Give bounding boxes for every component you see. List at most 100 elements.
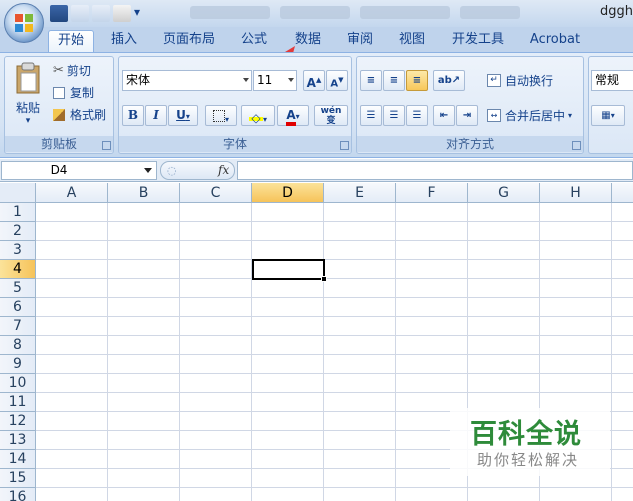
paintbrush-icon: [53, 108, 65, 121]
increase-indent-icon: ⇥: [462, 110, 472, 121]
row-header-14[interactable]: 14: [0, 450, 36, 469]
active-cell-d4[interactable]: [252, 259, 325, 280]
save-icon[interactable]: [50, 4, 68, 22]
wrap-text-button[interactable]: ↵ 自动换行: [487, 72, 553, 89]
row-header-15[interactable]: 15: [0, 469, 36, 488]
align-center-button[interactable]: ☰: [383, 105, 405, 126]
insert-function-icon[interactable]: fx: [218, 163, 229, 177]
bold-label: B: [127, 108, 139, 122]
row-header-1[interactable]: 1: [0, 203, 36, 222]
number-format-select[interactable]: 常规: [591, 70, 633, 91]
tab-developer[interactable]: 开发工具: [446, 30, 510, 52]
row-header-2[interactable]: 2: [0, 222, 36, 241]
select-all-button[interactable]: [0, 183, 36, 203]
merge-center-button[interactable]: ↔ 合并后居中 ▾: [487, 107, 572, 124]
number-group: 常规 ▦▾: [588, 56, 633, 154]
column-header-e[interactable]: E: [324, 183, 396, 203]
grow-font-button[interactable]: A▲: [303, 70, 325, 91]
clipboard-launcher-icon[interactable]: [102, 141, 111, 150]
tab-acrobat[interactable]: Acrobat: [526, 30, 584, 52]
customize-qat-icon[interactable]: ▾: [134, 5, 142, 22]
quick-access-toolbar: ▾: [50, 3, 142, 23]
fill-handle[interactable]: [321, 276, 327, 282]
shrink-font-button[interactable]: A▼: [326, 70, 348, 91]
taskbar-tabs: [190, 6, 520, 19]
merge-dropdown-icon[interactable]: ▾: [568, 111, 572, 120]
tab-formulas[interactable]: 公式: [234, 30, 274, 52]
tab-home[interactable]: 开始: [48, 30, 94, 53]
row-header-12[interactable]: 12: [0, 412, 36, 431]
office-button[interactable]: [4, 3, 44, 43]
column-header-g[interactable]: G: [468, 183, 540, 203]
orientation-button[interactable]: ab↗: [433, 70, 465, 91]
decrease-indent-button[interactable]: ⇤: [433, 105, 455, 126]
grow-font-label: A: [306, 76, 316, 90]
redo-icon[interactable]: [92, 4, 110, 22]
paint-bucket-icon: ◇: [248, 109, 263, 125]
row-header-13[interactable]: 13: [0, 431, 36, 450]
name-box-dropdown-icon[interactable]: [144, 168, 152, 173]
font-name-select[interactable]: 宋体: [122, 70, 252, 91]
underline-button[interactable]: U▾: [168, 105, 198, 126]
cut-button[interactable]: ✂ 剪切: [53, 62, 91, 79]
tab-insert[interactable]: 插入: [104, 30, 144, 52]
phonetic-guide-button[interactable]: wén 变: [314, 105, 348, 126]
column-header-partial[interactable]: [612, 183, 633, 203]
office-logo-icon: [15, 14, 33, 32]
font-launcher-icon[interactable]: [340, 141, 349, 150]
fill-color-button[interactable]: ◇ ▾: [241, 105, 275, 126]
align-left-button[interactable]: ☰: [360, 105, 382, 126]
wrap-text-label: 自动换行: [505, 74, 554, 88]
format-painter-button[interactable]: 格式刷: [53, 106, 106, 123]
row-header-16[interactable]: 16: [0, 488, 36, 501]
column-header-d[interactable]: D: [252, 183, 324, 203]
italic-button[interactable]: I: [145, 105, 167, 126]
middle-align-button[interactable]: ≡: [383, 70, 405, 91]
column-header-a[interactable]: A: [36, 183, 108, 203]
font-color-button[interactable]: A▾: [277, 105, 309, 126]
font-size-select[interactable]: 11: [253, 70, 297, 91]
accounting-format-button[interactable]: ▦▾: [591, 105, 625, 126]
formula-input[interactable]: [237, 161, 633, 180]
tab-view[interactable]: 视图: [392, 30, 432, 52]
watermark-subtitle: 助你轻松解决: [477, 451, 580, 469]
merge-center-label: 合并后居中: [505, 109, 566, 123]
increase-indent-button[interactable]: ⇥: [456, 105, 478, 126]
row-header-4[interactable]: 4: [0, 260, 36, 279]
bold-button[interactable]: B: [122, 105, 144, 126]
row-header-5[interactable]: 5: [0, 279, 36, 298]
paste-label: 粘贴: [15, 101, 40, 115]
alignment-launcher-icon[interactable]: [572, 141, 581, 150]
title-bar: ▾ dggh: [0, 0, 633, 27]
row-header-3[interactable]: 3: [0, 241, 36, 260]
align-right-button[interactable]: ☰: [406, 105, 428, 126]
column-header-h[interactable]: H: [540, 183, 612, 203]
name-box-value: D4: [50, 163, 68, 177]
font-group: 宋体 11 A▲ A▼ B I U▾ ▾ ◇ ▾ A▾ wén 变 字体: [118, 56, 352, 154]
copy-button[interactable]: 复制: [53, 84, 94, 101]
clipboard-group-label: 剪贴板: [5, 136, 113, 152]
bottom-align-icon: ≡: [412, 75, 422, 86]
tab-review[interactable]: 审阅: [340, 30, 380, 52]
row-header-7[interactable]: 7: [0, 317, 36, 336]
row-header-8[interactable]: 8: [0, 336, 36, 355]
window-title: dggh: [600, 4, 633, 19]
paste-dropdown-icon[interactable]: ▾: [26, 116, 31, 126]
align-left-icon: ☰: [366, 110, 376, 121]
name-box[interactable]: D4: [1, 161, 157, 180]
borders-button[interactable]: ▾: [205, 105, 237, 126]
top-align-button[interactable]: ≡: [360, 70, 382, 91]
row-header-10[interactable]: 10: [0, 374, 36, 393]
paste-button[interactable]: 粘贴 ▾: [11, 61, 45, 126]
row-header-6[interactable]: 6: [0, 298, 36, 317]
formula-bar: D4 ◌: [0, 159, 633, 182]
column-header-f[interactable]: F: [396, 183, 468, 203]
print-preview-icon[interactable]: [113, 4, 131, 22]
column-header-c[interactable]: C: [180, 183, 252, 203]
row-header-9[interactable]: 9: [0, 355, 36, 374]
bottom-align-button[interactable]: ≡: [406, 70, 428, 91]
row-header-11[interactable]: 11: [0, 393, 36, 412]
undo-icon[interactable]: [71, 4, 89, 22]
column-header-b[interactable]: B: [108, 183, 180, 203]
tab-page-layout[interactable]: 页面布局: [158, 30, 220, 52]
